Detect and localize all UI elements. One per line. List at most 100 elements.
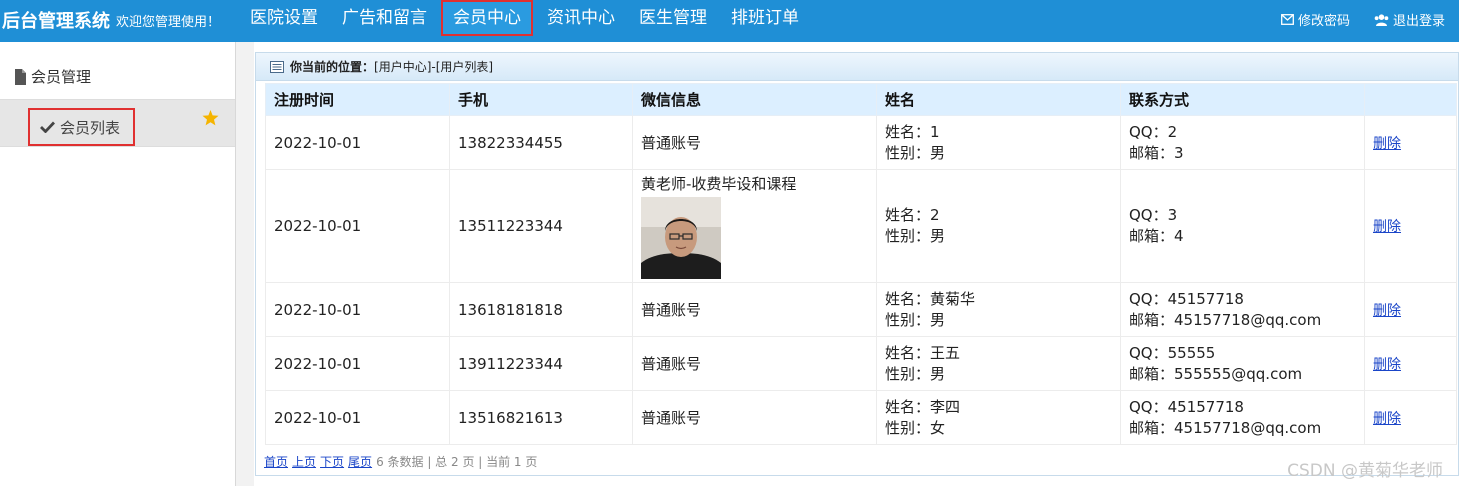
name-text: 姓名：黄菊华 xyxy=(885,289,976,308)
sidebar-item-label: 会员列表 xyxy=(60,118,121,137)
col-wechat: 微信信息 xyxy=(632,83,877,116)
nav-doctor-management[interactable]: 医生管理 xyxy=(629,0,717,42)
cell-phone: 13516821613 xyxy=(449,390,633,445)
email-text: 邮箱：4 xyxy=(1129,227,1184,245)
delete-link[interactable]: 删除 xyxy=(1373,303,1401,319)
top-bar: 后台管理系统 欢迎您管理使用！ 医院设置 广告和留言 会员中心 资讯中心 医生管… xyxy=(0,0,1459,42)
table-row: 2022-10-01 13618181818 普通账号 姓名：黄菊华 性别：男 … xyxy=(265,282,1457,337)
sidebar-divider xyxy=(236,42,254,486)
file-icon xyxy=(15,68,26,85)
nav-hospital-settings[interactable]: 医院设置 xyxy=(240,0,328,42)
email-text: 邮箱：555555@qq.com xyxy=(1129,364,1303,383)
delete-link[interactable]: 删除 xyxy=(1373,357,1401,373)
gender-text: 性别：男 xyxy=(885,143,946,162)
cell-wechat: 普通账号 xyxy=(632,115,877,170)
cell-contact: QQ：45157718 邮箱：45157718@qq.com xyxy=(1120,282,1365,337)
cell-date: 2022-10-01 xyxy=(265,390,450,445)
col-phone: 手机 xyxy=(449,83,633,116)
qq-text: QQ：45157718 xyxy=(1129,289,1244,308)
users-icon xyxy=(1374,13,1389,26)
gender-text: 性别：男 xyxy=(885,310,946,329)
main-panel: 你当前的位置： [用户中心]-[用户列表] 注册时间 手机 微信信息 姓名 联系… xyxy=(255,52,1459,476)
delete-link[interactable]: 删除 xyxy=(1373,136,1401,152)
cell-date: 2022-10-01 xyxy=(265,282,450,337)
cell-date: 2022-10-01 xyxy=(265,115,450,170)
name-text: 姓名：2 xyxy=(885,206,940,224)
cell-wechat: 普通账号 xyxy=(632,336,877,391)
cell-contact: QQ：55555 邮箱：555555@qq.com xyxy=(1120,336,1365,391)
cell-contact: QQ：45157718 邮箱：45157718@qq.com xyxy=(1120,390,1365,445)
next-page-link[interactable]: 下页 xyxy=(320,455,344,469)
change-password-label: 修改密码 xyxy=(1297,14,1350,29)
col-name: 姓名 xyxy=(876,83,1121,116)
first-page-link[interactable]: 首页 xyxy=(264,455,288,469)
table-row: 2022-10-01 13911223344 普通账号 姓名：王五 性别：男 Q… xyxy=(265,336,1457,391)
sidebar: 会员管理 会员列表 xyxy=(0,42,236,486)
table-row: 2022-10-01 13511223344 黄老师-收费毕设和课程 姓名：2 xyxy=(265,169,1457,283)
breadcrumb: 你当前的位置： [用户中心]-[用户列表] xyxy=(256,53,1458,81)
gender-text: 性别：男 xyxy=(885,364,946,383)
gender-text: 性别：男 xyxy=(885,227,946,245)
cell-contact: QQ：2 邮箱：3 xyxy=(1120,115,1365,170)
main-nav: 医院设置 广告和留言 会员中心 资讯中心 医生管理 排班订单 xyxy=(240,0,813,42)
cell-name: 姓名：黄菊华 性别：男 xyxy=(876,282,1121,337)
envelope-icon xyxy=(1281,14,1294,25)
table-row: 2022-10-01 13516821613 普通账号 姓名：李四 性别：女 Q… xyxy=(265,390,1457,445)
table-header-row: 注册时间 手机 微信信息 姓名 联系方式 xyxy=(265,83,1457,116)
sidebar-item-member-list[interactable]: 会员列表 xyxy=(0,99,235,147)
avatar xyxy=(641,196,721,279)
name-text: 姓名：王五 xyxy=(885,343,961,362)
qq-text: QQ：55555 xyxy=(1129,343,1216,362)
table-row: 2022-10-01 13822334455 普通账号 姓名：1 性别：男 QQ… xyxy=(265,115,1457,170)
nav-ads-messages[interactable]: 广告和留言 xyxy=(332,0,437,42)
qq-text: QQ：3 xyxy=(1129,206,1178,224)
cell-name: 姓名：1 性别：男 xyxy=(876,115,1121,170)
gender-text: 性别：女 xyxy=(885,418,946,437)
cell-phone: 13822334455 xyxy=(449,115,633,170)
list-icon xyxy=(270,60,284,73)
breadcrumb-label: 你当前的位置： xyxy=(290,60,375,74)
nav-member-center[interactable]: 会员中心 xyxy=(441,0,533,36)
name-text: 姓名：李四 xyxy=(885,397,961,416)
delete-link[interactable]: 删除 xyxy=(1373,219,1401,235)
brand-title: 后台管理系统 xyxy=(2,11,110,32)
sidebar-group-member-management[interactable]: 会员管理 xyxy=(14,66,91,87)
cell-phone: 13511223344 xyxy=(449,169,633,283)
sidebar-group-label: 会员管理 xyxy=(31,68,92,86)
cell-wechat: 黄老师-收费毕设和课程 xyxy=(632,169,877,283)
pagination-summary: 6 条数据 | 总 2 页 | 当前 1 页 xyxy=(376,455,538,469)
wechat-text: 黄老师-收费毕设和课程 xyxy=(641,174,797,193)
cell-action: 删除 xyxy=(1364,336,1457,391)
check-icon xyxy=(40,121,55,133)
star-icon xyxy=(202,110,219,126)
sidebar-item-highlight[interactable]: 会员列表 xyxy=(28,108,135,146)
cell-action: 删除 xyxy=(1364,390,1457,445)
email-text: 邮箱：45157718@qq.com xyxy=(1129,310,1322,329)
cell-wechat: 普通账号 xyxy=(632,390,877,445)
pagination: 首页 上页 下页 尾页 6 条数据 | 总 2 页 | 当前 1 页 xyxy=(264,453,537,470)
last-page-link[interactable]: 尾页 xyxy=(348,455,372,469)
delete-link[interactable]: 删除 xyxy=(1373,411,1401,427)
breadcrumb-path: [用户中心]-[用户列表] xyxy=(374,60,494,74)
cell-name: 姓名：李四 性别：女 xyxy=(876,390,1121,445)
prev-page-link[interactable]: 上页 xyxy=(292,455,316,469)
welcome-text: 欢迎您管理使用！ xyxy=(116,15,221,30)
top-right-links: 修改密码 退出登录 xyxy=(1257,10,1445,29)
cell-action: 删除 xyxy=(1364,169,1457,283)
nav-schedule-orders[interactable]: 排班订单 xyxy=(721,0,809,42)
name-text: 姓名：1 xyxy=(885,122,940,141)
qq-text: QQ：2 xyxy=(1129,122,1178,141)
cell-phone: 13911223344 xyxy=(449,336,633,391)
watermark: CSDN @黄菊华老师 xyxy=(1287,461,1443,481)
logout-label: 退出登录 xyxy=(1392,14,1445,29)
cell-wechat: 普通账号 xyxy=(632,282,877,337)
col-action xyxy=(1364,83,1457,116)
change-password-link[interactable]: 修改密码 xyxy=(1281,10,1350,29)
logout-link[interactable]: 退出登录 xyxy=(1374,10,1445,29)
email-text: 邮箱：3 xyxy=(1129,143,1184,162)
email-text: 邮箱：45157718@qq.com xyxy=(1129,418,1322,437)
member-table: 注册时间 手机 微信信息 姓名 联系方式 2022-10-01 13822334… xyxy=(265,83,1457,445)
cell-action: 删除 xyxy=(1364,115,1457,170)
col-register-time: 注册时间 xyxy=(265,83,450,116)
nav-news-center[interactable]: 资讯中心 xyxy=(537,0,625,42)
